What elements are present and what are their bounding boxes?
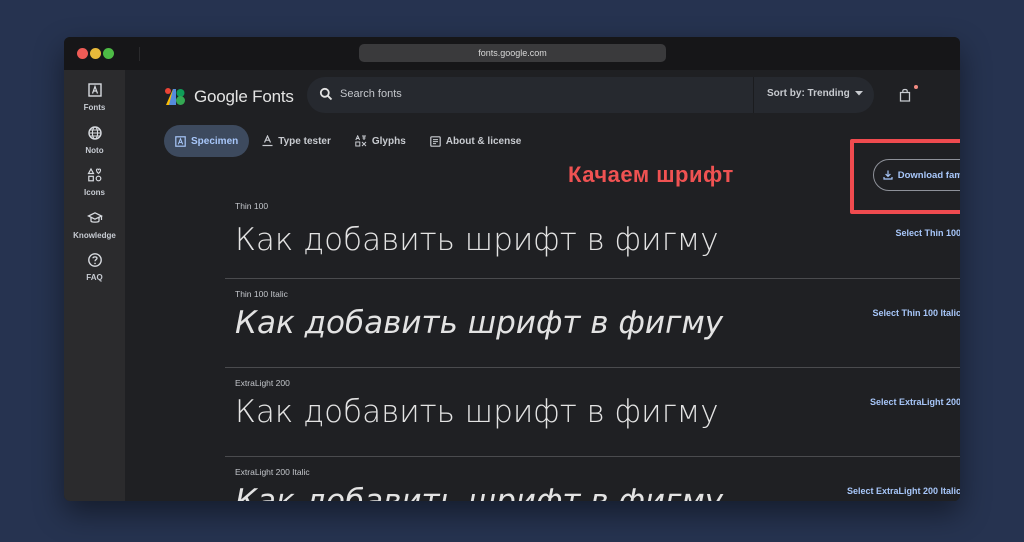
font-box-icon <box>175 135 186 147</box>
rail-item-knowledge[interactable]: Knowledge <box>64 210 125 240</box>
google-fonts-logo-icon <box>165 88 185 105</box>
select-style-button[interactable]: Select Thin 100 <box>895 227 960 239</box>
tab-label: Specimen <box>191 135 239 147</box>
graduation-cap-icon <box>86 212 103 223</box>
minimize-window-button[interactable] <box>90 48 101 59</box>
rail-item-faq[interactable]: FAQ <box>64 252 125 282</box>
rail-item-label: Fonts <box>83 103 106 112</box>
sort-label: Sort by: Trending <box>767 88 850 99</box>
rail-item-label: Noto <box>85 146 104 155</box>
style-name: Thin 100 Italic <box>235 289 288 299</box>
search-input[interactable]: Search fonts <box>340 88 402 100</box>
titlebar-divider <box>139 47 140 61</box>
tab-label: About & license <box>445 135 522 147</box>
select-style-label: Select ExtraLight 200 <box>869 397 960 407</box>
close-window-button[interactable] <box>77 48 88 59</box>
cart-notification-dot <box>914 85 918 89</box>
style-row: ExtraLight 200 Как добавить шрифт в фигм… <box>225 368 960 457</box>
rail-item-label: FAQ <box>86 273 103 282</box>
rail-item-label: Icons <box>84 188 105 197</box>
style-name: ExtraLight 200 Italic <box>235 467 310 477</box>
tab-type-tester[interactable]: Type tester <box>251 125 342 157</box>
glyphs-icon <box>355 135 367 147</box>
tab-label: Glyphs <box>371 135 406 147</box>
font-box-icon <box>87 83 102 97</box>
sort-dropdown[interactable]: Sort by: Trending <box>767 88 863 99</box>
main-content: Google Fonts Search fonts Sort by: Trend… <box>125 70 960 501</box>
style-row: ExtraLight 200 Italic Как добавить шрифт… <box>225 457 960 501</box>
rail-item-fonts[interactable]: Fonts <box>64 82 125 112</box>
specimen-tabs: Specimen Type tester Glyphs About & lice… <box>164 125 534 157</box>
google-fonts-logo[interactable]: Google Fonts <box>164 86 294 108</box>
globe-icon <box>87 126 102 140</box>
search-divider <box>753 77 754 113</box>
select-style-button[interactable]: Select ExtraLight 200 Italic <box>847 485 960 497</box>
shopping-bag-icon[interactable] <box>899 88 911 102</box>
rail-item-label: Knowledge <box>73 231 116 240</box>
rail-item-icons[interactable]: Icons <box>64 167 125 197</box>
rail-item-noto[interactable]: Noto <box>64 125 125 155</box>
download-family-label: Download family <box>897 169 960 181</box>
select-style-label: Select ExtraLight 200 Italic <box>846 486 960 496</box>
document-icon <box>429 135 441 147</box>
tab-specimen[interactable]: Specimen <box>164 125 250 157</box>
browser-titlebar: fonts.google.com <box>64 37 960 70</box>
annotation-label: Качаем шрифт <box>568 162 734 187</box>
address-bar[interactable]: fonts.google.com <box>359 44 666 62</box>
style-sample-text[interactable]: Как добавить шрифт в фигму <box>235 394 719 430</box>
tab-about-license[interactable]: About & license <box>419 125 533 157</box>
style-sample-text[interactable]: Как добавить шрифт в фигму <box>235 483 723 501</box>
tab-glyphs[interactable]: Glyphs <box>344 125 417 157</box>
maximize-window-button[interactable] <box>103 48 114 59</box>
select-style-label: Select Thin 100 Italic <box>872 308 960 318</box>
style-name: ExtraLight 200 <box>235 378 290 388</box>
style-sample-text[interactable]: Как добавить шрифт в фигму <box>235 222 719 258</box>
shapes-icon <box>86 167 101 182</box>
help-circle-icon <box>87 253 102 267</box>
style-row: Thin 100 Как добавить шрифт в фигму Sele… <box>225 190 960 279</box>
tab-label: Type tester <box>278 135 331 147</box>
download-family-button[interactable]: Download family <box>873 159 960 191</box>
download-icon <box>883 170 893 180</box>
select-style-label: Select Thin 100 <box>895 228 960 238</box>
style-row: Thin 100 Italic Как добавить шрифт в фиг… <box>225 279 960 368</box>
select-style-button[interactable]: Select Thin 100 Italic <box>872 307 960 319</box>
navigation-rail: Fonts Noto Icons Knowledge FAQ <box>64 70 125 501</box>
select-style-button[interactable]: Select ExtraLight 200 <box>870 396 960 408</box>
logo-text: Google Fonts <box>194 87 294 106</box>
style-sample-text[interactable]: Как добавить шрифт в фигму <box>235 305 723 341</box>
style-name: Thin 100 <box>235 201 269 211</box>
search-icon <box>319 87 333 101</box>
browser-window: fonts.google.com Fonts Noto Icons Knowle… <box>64 37 960 501</box>
type-tester-icon <box>262 135 273 147</box>
search-bar[interactable]: Search fonts Sort by: Trending <box>307 77 874 113</box>
caret-down-icon <box>854 91 863 96</box>
